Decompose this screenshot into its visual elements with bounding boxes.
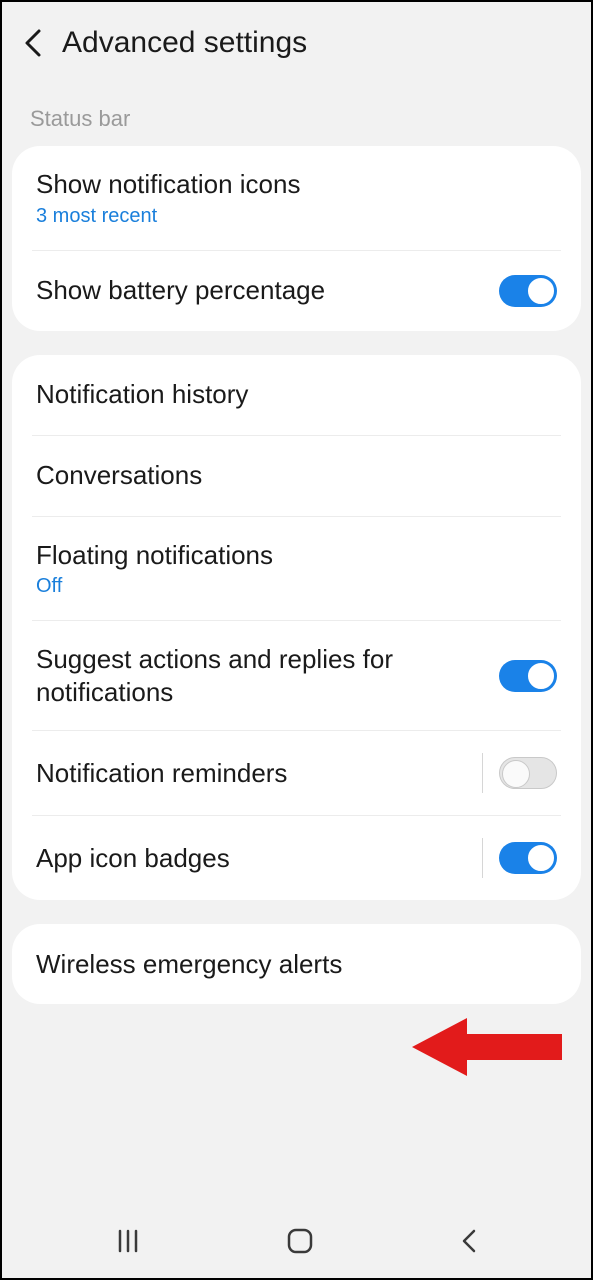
row-subtitle: 3 most recent (36, 205, 557, 228)
toggle-knob (527, 277, 555, 305)
device-frame: Advanced settings Status bar Show notifi… (0, 0, 593, 1280)
row-title: Suggest actions and replies for notifica… (36, 643, 499, 708)
back-nav-icon[interactable] (458, 1227, 480, 1260)
toggle-suggest-actions[interactable] (499, 660, 557, 692)
navigation-bar (2, 1208, 591, 1278)
row-title: Show notification icons (36, 168, 557, 201)
row-wireless-emergency-alerts[interactable]: Wireless emergency alerts (12, 924, 581, 1004)
vertical-divider (482, 753, 483, 793)
page-title: Advanced settings (62, 26, 307, 60)
section-label-status-bar: Status bar (2, 70, 591, 142)
row-notification-history[interactable]: Notification history (12, 355, 581, 435)
row-title: App icon badges (36, 842, 474, 875)
header: Advanced settings (2, 2, 591, 70)
row-title: Notification history (36, 378, 557, 411)
toggle-knob (527, 844, 555, 872)
row-title: Floating notifications (36, 539, 557, 572)
back-icon[interactable] (22, 27, 44, 59)
settings-group-notifications: Notification history Conversations Float… (12, 355, 581, 901)
row-title: Show battery percentage (36, 274, 499, 307)
recents-icon[interactable] (114, 1227, 142, 1260)
row-conversations[interactable]: Conversations (12, 436, 581, 516)
settings-group-status-bar: Show notification icons 3 most recent Sh… (12, 146, 581, 331)
row-title: Wireless emergency alerts (36, 948, 557, 981)
row-show-battery-percentage[interactable]: Show battery percentage (12, 251, 581, 331)
settings-group-alerts: Wireless emergency alerts (12, 924, 581, 1004)
row-notification-reminders[interactable]: Notification reminders (12, 731, 581, 815)
row-floating-notifications[interactable]: Floating notifications Off (12, 517, 581, 621)
row-title: Conversations (36, 459, 557, 492)
home-icon[interactable] (285, 1226, 315, 1261)
row-app-icon-badges[interactable]: App icon badges (12, 816, 581, 900)
row-subtitle: Off (36, 575, 557, 598)
row-suggest-actions[interactable]: Suggest actions and replies for notifica… (12, 621, 581, 730)
toggle-show-battery-percentage[interactable] (499, 275, 557, 307)
row-show-notification-icons[interactable]: Show notification icons 3 most recent (12, 146, 581, 250)
toggle-knob (527, 662, 555, 690)
toggle-knob (502, 760, 530, 788)
annotation-arrow-icon (412, 1012, 562, 1087)
row-title: Notification reminders (36, 757, 474, 790)
vertical-divider (482, 838, 483, 878)
toggle-app-icon-badges[interactable] (499, 842, 557, 874)
toggle-notification-reminders[interactable] (499, 757, 557, 789)
